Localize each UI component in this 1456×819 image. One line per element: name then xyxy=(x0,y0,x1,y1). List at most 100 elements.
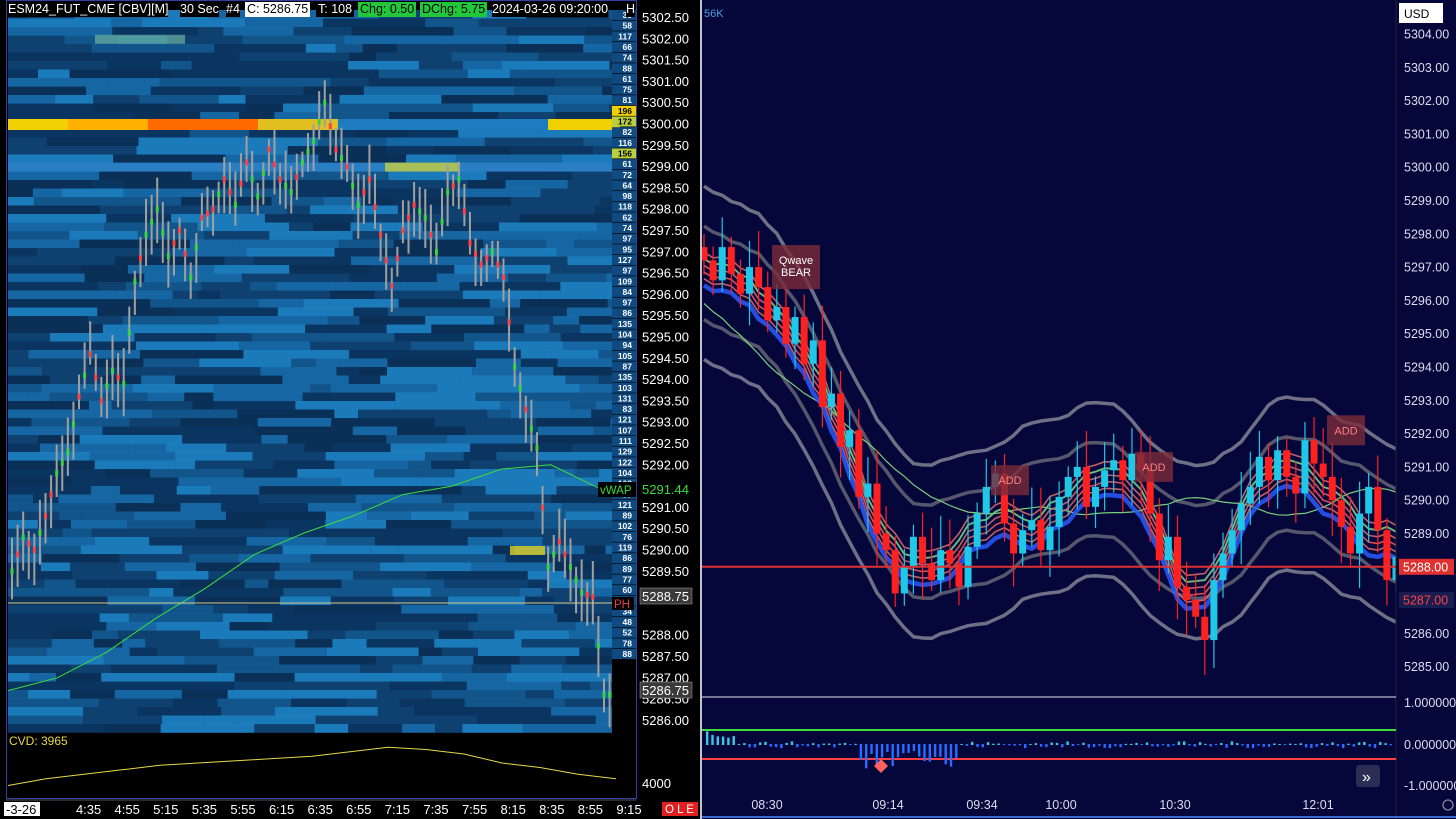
histogram-bar xyxy=(1177,741,1181,745)
price-axis-label: 5285.00 xyxy=(1404,660,1449,674)
candle-body xyxy=(1173,536,1181,587)
price-bar-body xyxy=(580,589,584,596)
histogram-bar xyxy=(1347,743,1350,745)
histogram-bar xyxy=(1278,743,1281,745)
time-axis-label: 5:15 xyxy=(153,802,178,817)
depth-size-label: 196 xyxy=(618,106,632,116)
histogram-bar xyxy=(1172,744,1175,746)
depth-size-label: 103 xyxy=(618,383,632,393)
histogram-bar xyxy=(827,743,831,745)
price-axis-label: 5300.00 xyxy=(642,117,689,132)
histogram-bar xyxy=(960,743,963,745)
price-axis-label: 5300.50 xyxy=(642,95,689,110)
price-bar-body xyxy=(83,372,87,379)
histogram-bar xyxy=(1320,743,1324,745)
histogram-bar xyxy=(1029,743,1032,745)
vwap-value: 5291.44 xyxy=(642,482,689,497)
candle-body xyxy=(982,486,990,514)
histogram-bar xyxy=(743,743,746,745)
histogram-bar xyxy=(1183,741,1186,745)
histogram-bar xyxy=(1167,744,1170,747)
candle-body xyxy=(702,247,708,261)
histogram-bar xyxy=(1008,744,1011,746)
candle-body xyxy=(891,550,899,594)
candle-body xyxy=(1037,520,1045,551)
price-chart-panel[interactable]: Qwave BEAR ADD ADD ADD USD 56K 5304.00 5303.0… xyxy=(702,0,1456,819)
histogram-bar xyxy=(817,744,820,748)
histogram-bar xyxy=(997,743,1000,745)
candle-body xyxy=(1110,460,1118,471)
price-bar-body xyxy=(524,406,528,413)
time-axis-label: 6:15 xyxy=(269,802,294,817)
price-bar-body xyxy=(267,146,271,153)
scroll-right-button[interactable]: » xyxy=(1356,765,1380,787)
histogram-bar xyxy=(1077,744,1080,746)
histogram-bar xyxy=(1304,744,1308,748)
price-axis-label: 5301.00 xyxy=(642,74,689,89)
price-bar-body xyxy=(295,174,299,181)
depth-size-label: 98 xyxy=(623,191,633,201)
price-bar-body xyxy=(99,397,103,404)
histogram-bar xyxy=(1267,744,1271,747)
candle-body xyxy=(755,267,763,288)
histogram-bar xyxy=(1098,744,1101,746)
price-bar-body xyxy=(272,161,276,168)
time-axis-label: 08:30 xyxy=(751,798,782,812)
price-bar-body xyxy=(390,282,394,289)
candle-body xyxy=(827,393,835,407)
price-bar-body xyxy=(356,201,360,208)
histogram-bar xyxy=(1061,744,1064,748)
depth-size-label: 102 xyxy=(618,521,632,531)
time-axis-label: 9:15 xyxy=(616,802,641,817)
price-axis-label: 5289.50 xyxy=(642,564,689,579)
depth-size-label: 76 xyxy=(623,532,633,542)
depth-size-label: 89 xyxy=(623,564,633,574)
price-bar-body xyxy=(189,274,193,281)
histogram-bar xyxy=(955,744,958,758)
price-bar-body xyxy=(418,208,422,215)
depth-size-label: 89 xyxy=(623,511,633,521)
depth-size-label: 83 xyxy=(623,404,633,414)
candle-body xyxy=(846,430,854,447)
histogram-bar xyxy=(1262,744,1265,747)
price-bar-body xyxy=(233,201,237,208)
histogram-bar xyxy=(822,743,825,745)
histogram-bar xyxy=(1389,744,1393,746)
time-axis-label: 6:55 xyxy=(346,802,371,817)
candle-body xyxy=(1237,503,1245,531)
candle-body xyxy=(946,550,954,564)
candle-body xyxy=(1028,520,1036,531)
liquidity-wall-segment xyxy=(258,119,338,130)
histogram-bar xyxy=(965,744,969,746)
price-bar-body xyxy=(172,240,176,247)
histogram-bar xyxy=(1140,744,1143,746)
price-bar-body xyxy=(155,206,159,213)
price-bar-body xyxy=(535,444,539,451)
price-axis-label: 5294.50 xyxy=(642,351,689,366)
histogram-bar xyxy=(912,744,916,752)
heatmap-chart[interactable]: 3558117667488617581196172821161566172649… xyxy=(0,0,700,819)
signal-label: ADD xyxy=(998,475,1021,487)
candle-body xyxy=(864,483,872,497)
depth-size-label: 61 xyxy=(623,74,633,84)
histogram-bar xyxy=(1092,744,1096,748)
price-bar-body xyxy=(133,278,137,285)
histogram-bar xyxy=(880,744,884,758)
price-axis-label: 5291.00 xyxy=(642,500,689,515)
price-chart[interactable]: QwaveBEAR ADD ADD ADD USD 56K 5304.00 5303.0… xyxy=(702,0,1456,819)
depth-size-label: 60 xyxy=(623,585,633,595)
depth-size-label: 109 xyxy=(618,276,632,286)
price-axis-label: 5292.00 xyxy=(1404,427,1449,441)
price-axis-label: 5291.00 xyxy=(1404,460,1449,474)
histogram-bar xyxy=(1114,744,1117,747)
histogram-bar xyxy=(843,742,847,745)
depth-size-column: 3558117667488617581196172821161566172649… xyxy=(612,10,636,659)
symbol-label: ESM24_FUT_CME [CBV][M] xyxy=(8,2,169,17)
close-value: C: 5286.75 xyxy=(245,2,311,17)
order-flow-heatmap-panel[interactable]: 3558117667488617581196172821161566172649… xyxy=(0,0,700,819)
price-bar-body xyxy=(228,189,232,196)
price-bar-body xyxy=(552,551,556,558)
histogram-bar xyxy=(806,744,810,747)
depth-size-label: 81 xyxy=(623,95,633,105)
candle-body xyxy=(1101,470,1109,487)
